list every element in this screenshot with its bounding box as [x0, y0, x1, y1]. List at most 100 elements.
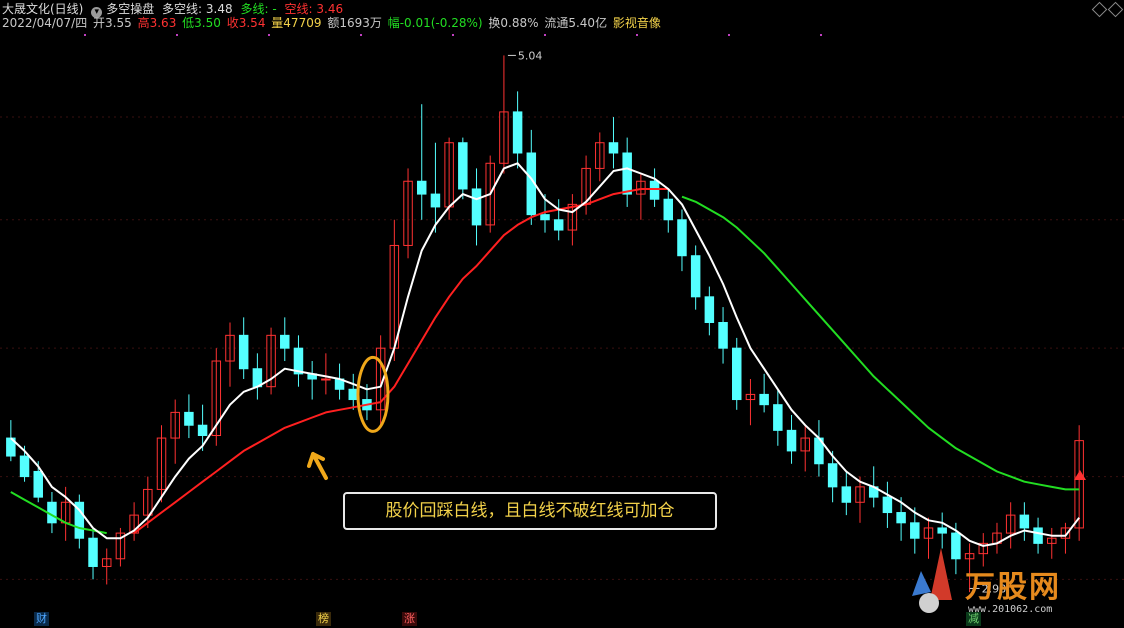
- candle-body: [19, 455, 30, 478]
- candle: [636, 173, 646, 220]
- period-dot: [452, 34, 454, 36]
- candlestick-chart: 5.042.98: [0, 34, 1124, 613]
- annotation-callout: 股价回踩白线，且白线不破红线可加仓: [343, 492, 717, 530]
- candle: [512, 91, 523, 169]
- last-price-marker: [1074, 470, 1086, 480]
- bar-change: 幅-0.01(-0.28%): [387, 16, 483, 30]
- candle: [334, 363, 345, 400]
- marker-limit-up[interactable]: 涨: [402, 612, 417, 626]
- candle: [759, 373, 769, 413]
- candle-body: [622, 152, 632, 195]
- candle-body: [663, 198, 674, 221]
- period-dot: [360, 34, 362, 36]
- bar-volume: 量47709: [271, 16, 322, 30]
- candle-body: [1033, 527, 1043, 544]
- candle-body: [937, 527, 947, 534]
- candle: [1019, 502, 1030, 541]
- candle: [553, 199, 564, 241]
- candle: [1060, 522, 1071, 554]
- candle: [115, 527, 126, 567]
- logo-url: www.201062.com: [968, 604, 1053, 615]
- candle: [170, 399, 180, 464]
- candle-body: [951, 532, 961, 560]
- dk-value: 3.48: [205, 2, 233, 16]
- bar-float: 流通5.40亿: [544, 16, 608, 30]
- highlight-circle: [356, 355, 390, 433]
- candle-body: [718, 322, 728, 349]
- candle: [704, 286, 715, 336]
- candle: [74, 494, 85, 549]
- candle-body: [471, 188, 482, 226]
- candle: [321, 353, 331, 395]
- candle-body: [649, 180, 660, 200]
- candle: [293, 335, 304, 387]
- candle: [786, 414, 797, 464]
- candle-body: [704, 296, 715, 323]
- short-label: 空线:: [284, 2, 313, 16]
- candle-body: [348, 388, 358, 401]
- candle: [430, 142, 441, 233]
- candle: [718, 307, 728, 364]
- candle-body: [786, 429, 797, 452]
- candle: [663, 188, 674, 233]
- candle-body: [896, 512, 906, 524]
- bar-high: 高3.63: [137, 16, 177, 30]
- candle-body: [759, 393, 769, 406]
- period-dot: [544, 34, 546, 36]
- candle-body: [1019, 514, 1030, 529]
- candle-body: [184, 411, 194, 426]
- candle: [184, 394, 194, 439]
- candle-body: [512, 111, 523, 154]
- candle-body: [827, 463, 838, 488]
- candle: [348, 373, 358, 410]
- logo: 万股网: [965, 570, 1061, 605]
- candle: [129, 502, 139, 541]
- bar-close: 收3.54: [226, 16, 266, 30]
- candle: [266, 327, 276, 395]
- candle-body: [430, 193, 441, 208]
- stock-name[interactable]: 大晟文化(日线): [2, 2, 83, 16]
- candle: [882, 481, 893, 528]
- candle-body: [458, 142, 468, 190]
- candle: [197, 404, 208, 451]
- candle: [745, 379, 756, 426]
- candle: [732, 337, 742, 410]
- candle: [622, 137, 632, 207]
- candle: [88, 527, 98, 580]
- candle: [1005, 502, 1016, 549]
- candle: [567, 194, 578, 246]
- candle-body: [882, 496, 893, 514]
- candle: [608, 117, 619, 169]
- period-dot: [820, 34, 822, 36]
- marker-rank[interactable]: 榜: [316, 612, 331, 626]
- short-value: 3.46: [316, 2, 344, 16]
- candle: [677, 209, 687, 272]
- callout-arrow: [307, 452, 328, 480]
- candle: [800, 425, 810, 472]
- logo-emblem: [912, 548, 952, 613]
- sector-name[interactable]: 影视音像: [613, 16, 661, 30]
- bar-amount: 额1693万: [327, 16, 382, 30]
- indicator-name[interactable]: 多空操盘: [106, 2, 154, 16]
- red-line: [134, 189, 1079, 533]
- candle: [307, 361, 317, 400]
- candle-body: [197, 424, 208, 436]
- bar-open: 开3.55: [93, 16, 132, 30]
- candle-body: [690, 255, 701, 298]
- candle: [841, 471, 852, 516]
- candle-body: [841, 486, 852, 503]
- candle: [280, 317, 290, 362]
- bar-low: 低3.50: [182, 16, 221, 30]
- candle: [1033, 517, 1043, 554]
- bar-date: 2022/04/07/四: [2, 16, 88, 30]
- candle-body: [238, 334, 249, 370]
- candle-body: [321, 378, 331, 381]
- candle: [156, 425, 167, 503]
- marker-finance[interactable]: 财: [34, 612, 49, 626]
- candle: [773, 389, 783, 446]
- max-price-label: 5.04: [518, 49, 543, 62]
- candle: [992, 522, 1002, 554]
- candle: [458, 137, 468, 200]
- candle-body: [732, 347, 742, 401]
- candle: [814, 420, 824, 477]
